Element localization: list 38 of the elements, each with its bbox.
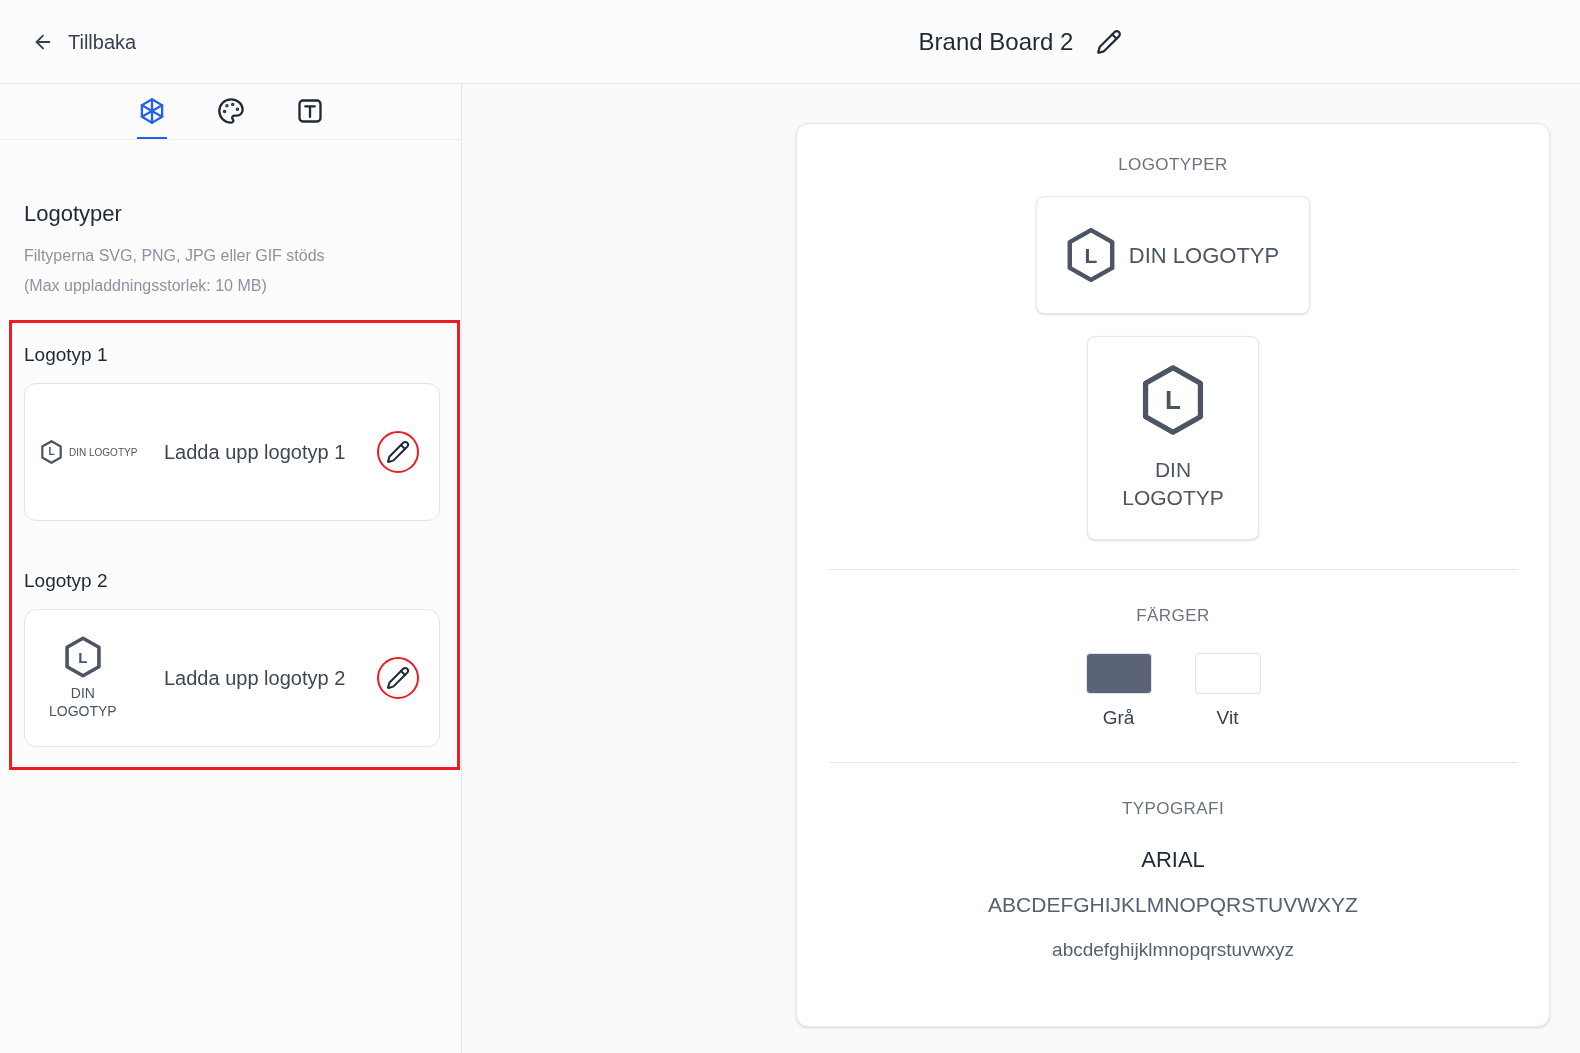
uppercase-sample: ABCDEFGHIJKLMNOPQRSTUVWXYZ xyxy=(988,892,1358,918)
logo-text: DIN LOGOTYP xyxy=(49,684,117,720)
typography-heading: TYPOGRAFI xyxy=(1121,798,1225,820)
color-name: Vit xyxy=(1216,706,1239,730)
slot-label: Logotyp 1 xyxy=(24,343,108,367)
hexagon-icon xyxy=(64,636,101,678)
logo-letter: L xyxy=(1165,387,1181,413)
logo-letter: L xyxy=(78,649,88,665)
hexagon-icon xyxy=(1142,364,1204,436)
section-title: Logotyper xyxy=(24,200,122,228)
logo-letter: L xyxy=(1084,244,1098,266)
lowercase-sample: abcdefghijklmnopqrstuvwxyz xyxy=(1052,938,1294,962)
edit-logo-button[interactable] xyxy=(377,657,419,699)
upload-label: Ladda upp logotyp 1 xyxy=(164,440,346,465)
edit-title-button[interactable] xyxy=(1095,27,1124,56)
pencil-icon xyxy=(386,666,410,690)
logo-text: DIN LOGOTYP xyxy=(1122,457,1224,511)
hexagon-icon xyxy=(41,440,62,464)
logo-letter: L xyxy=(48,447,55,457)
color-name: Grå xyxy=(1102,706,1135,730)
logos-heading: LOGOTYPER xyxy=(1118,154,1228,176)
hexagon-icon xyxy=(1066,227,1115,283)
cube-icon xyxy=(138,96,166,125)
section-description: (Max uppladdningsstorlek: 10 MB) xyxy=(24,276,267,296)
logo-text: DIN LOGOTYP xyxy=(1128,241,1280,270)
slot-label: Logotyp 2 xyxy=(24,569,108,593)
board-title: Brand Board 2 xyxy=(918,26,1074,57)
upload-label: Ladda upp logotyp 2 xyxy=(164,666,346,691)
colors-heading: FÄRGER xyxy=(1136,605,1210,627)
text-box-icon xyxy=(296,96,324,125)
pencil-icon xyxy=(386,440,410,464)
edit-logo-button[interactable] xyxy=(377,431,419,473)
section-description: Filtyperna SVG, PNG, JPG eller GIF stöds xyxy=(24,246,325,266)
back-button[interactable]: Tillbaka xyxy=(32,26,137,57)
logo-text: DIN LOGOTYP xyxy=(69,445,138,460)
palette-icon xyxy=(217,96,245,125)
font-name: ARIAL xyxy=(1141,846,1205,874)
pencil-icon xyxy=(1096,28,1123,55)
